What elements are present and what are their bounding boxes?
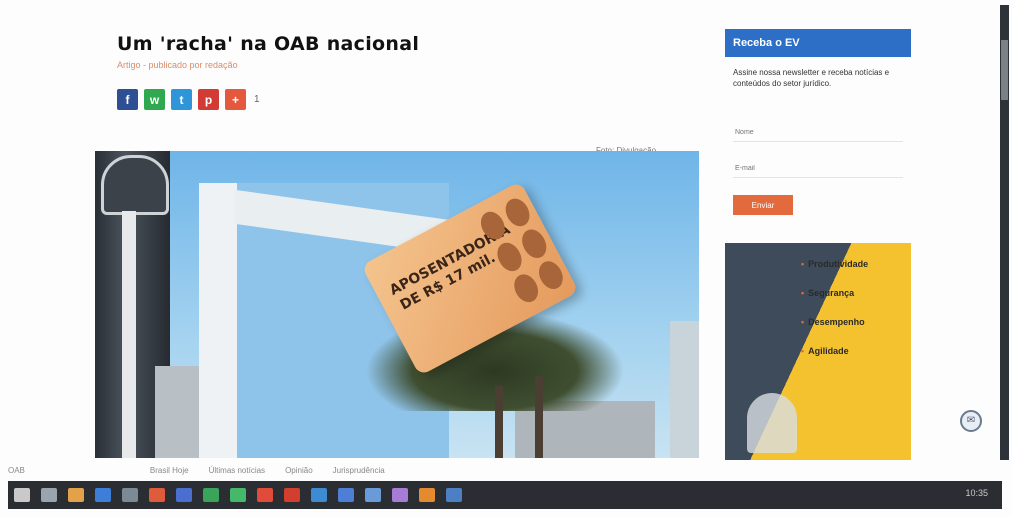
taskbar-app-icon[interactable]	[311, 488, 327, 502]
taskbar-app-icon[interactable]	[338, 488, 354, 502]
footer-link[interactable]: Jurisprudência	[333, 466, 385, 475]
tower-strip	[122, 211, 136, 458]
pinterest-icon: p	[204, 92, 213, 107]
subscribe-button[interactable]: Enviar	[733, 195, 793, 215]
article-title: Um 'racha' na OAB nacional	[117, 33, 420, 55]
ad-benefits-list: • Produtividade • Segurança • Desempenho • A…	[801, 259, 868, 375]
name-field[interactable]	[733, 124, 903, 142]
pinterest-share-button[interactable]: p	[198, 89, 219, 110]
taskbar-app-icon[interactable]	[203, 488, 219, 502]
taskbar-app-icon[interactable]	[419, 488, 435, 502]
taskbar-app-icon[interactable]	[284, 488, 300, 502]
taskbar-app-icon[interactable]	[122, 488, 138, 502]
footer-link[interactable]: Brasil Hoje	[150, 466, 189, 475]
twitter-share-button[interactable]: t	[171, 89, 192, 110]
googleplus-share-button[interactable]: +	[225, 89, 246, 110]
taskbar-app-icon[interactable]	[230, 488, 246, 502]
taskbar-app-icon[interactable]	[41, 488, 57, 502]
ad-item: • Segurança	[801, 288, 855, 298]
system-tray[interactable]: 10:35	[965, 488, 988, 498]
taskbar-app-icon[interactable]	[95, 488, 111, 502]
share-bar: f w t p + 1	[117, 89, 260, 110]
taskbar-app-icon[interactable]	[14, 488, 30, 502]
taskbar-app-icon[interactable]	[365, 488, 381, 502]
scrollbar-thumb[interactable]	[1001, 40, 1008, 100]
palm-trunk	[535, 376, 543, 458]
browser-page: Um 'racha' na OAB nacional Artigo - publ…	[0, 0, 1012, 517]
plus-icon: +	[231, 92, 239, 107]
chat-icon[interactable]: ✉	[960, 410, 982, 432]
newsletter-description: Assine nossa newsletter e receba notícia…	[733, 68, 890, 88]
ad-figure	[747, 393, 797, 453]
ad-item: • Agilidade	[801, 346, 849, 356]
taskbar-app-icon[interactable]	[149, 488, 165, 502]
brick-text: APOSENTADORIA DE R$ 17 mil.	[387, 221, 514, 314]
facebook-share-button[interactable]: f	[117, 89, 138, 110]
newsletter-header: Receba o EV	[725, 29, 911, 57]
twitter-icon: t	[179, 92, 184, 107]
palm-trunk	[495, 386, 503, 458]
share-count: 1	[254, 94, 260, 105]
taskbar-app-icon[interactable]	[176, 488, 192, 502]
status-left-text: OAB	[8, 465, 25, 475]
ad-item: • Produtividade	[801, 259, 869, 269]
right-building	[670, 321, 699, 458]
taskbar-app-icon[interactable]	[257, 488, 273, 502]
os-taskbar: 10:35	[8, 481, 1002, 509]
taskbar-app-icon[interactable]	[68, 488, 84, 502]
ad-item: • Desempenho	[801, 317, 865, 327]
bottom-link-bar: OAB Brasil Hoje Últimas notícias Opinião…	[8, 462, 998, 478]
facebook-icon: f	[125, 92, 130, 107]
whatsapp-share-button[interactable]: w	[144, 89, 165, 110]
article-subtitle[interactable]: Artigo - publicado por redação	[117, 60, 238, 70]
taskbar-app-icon[interactable]	[392, 488, 408, 502]
whatsapp-icon: w	[149, 92, 160, 107]
taskbar-icons	[14, 488, 462, 502]
sidebar-ad-banner[interactable]: • Produtividade • Segurança • Desempenho • A…	[725, 243, 911, 460]
tower-cap	[101, 155, 169, 215]
clock-text: 10:35	[965, 488, 988, 498]
taskbar-app-icon[interactable]	[446, 488, 462, 502]
article-hero-image[interactable]: APOSENTADORIA DE R$ 17 mil.	[95, 151, 699, 458]
footer-link[interactable]: Últimas notícias	[209, 466, 265, 475]
footer-link[interactable]: Opinião	[285, 466, 313, 475]
email-field[interactable]	[733, 160, 903, 178]
